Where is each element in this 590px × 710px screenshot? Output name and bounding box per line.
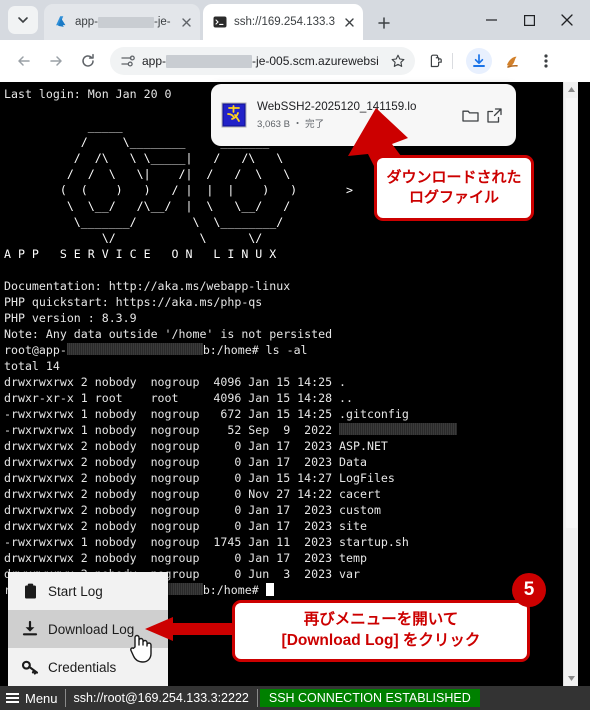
tab-azure-portal[interactable]: app- -je- bbox=[44, 4, 200, 40]
status-bar-url: ssh://root@169.254.133.3:2222 bbox=[73, 691, 249, 705]
puzzle-piece-icon[interactable] bbox=[424, 49, 448, 73]
prompt-host: b:/home# bbox=[202, 583, 259, 597]
new-tab-button[interactable] bbox=[372, 11, 396, 35]
terminal-doc-line: Documentation: http://aka.ms/webapp-linu… bbox=[4, 279, 291, 293]
terminal-cursor bbox=[265, 583, 274, 596]
prompt-user: root@app- bbox=[4, 343, 67, 357]
terminal-listing-row: drwxr-xr-x 1 root root 4096 Jan 15 14:28… bbox=[4, 391, 354, 405]
tab-webssh[interactable]: ssh://169.254.133.3 bbox=[203, 4, 363, 40]
window-minimize-button[interactable] bbox=[472, 4, 510, 36]
status-bar-menu-label: Menu bbox=[25, 690, 58, 706]
step-badge-5: 5 bbox=[512, 573, 546, 607]
tab-title: app- -je- bbox=[75, 16, 174, 28]
url-prefix: app- bbox=[142, 54, 167, 68]
scroll-up-icon[interactable] bbox=[564, 82, 579, 97]
tab-strip: app- -je- ssh://169.254.133.3 bbox=[0, 0, 590, 40]
status-bar-menu-button[interactable]: Menu bbox=[0, 686, 65, 710]
annotation-callout-downloaded-logfile: ダウンロードされた ログファイル bbox=[374, 155, 534, 221]
webssh-menu: Start Log Download Log Credentials bbox=[8, 572, 168, 686]
webssh-status-bar: Menu ssh://root@169.254.133.3:2222 SSH C… bbox=[0, 686, 590, 710]
callout-line-1: ダウンロードされた bbox=[386, 168, 522, 186]
clipboard-icon bbox=[20, 581, 40, 601]
terminal-listing-row: drwxrwxrwx 2 nobody nogroup 0 Jan 17 202… bbox=[4, 519, 367, 533]
callout-line-1: 再びメニューを開いて bbox=[303, 611, 459, 629]
callout-line-2: ログファイル bbox=[408, 189, 499, 206]
terminal-listing-row: -rwxrwxrwx 1 nobody nogroup 672 Jan 15 1… bbox=[4, 407, 409, 421]
folder-icon[interactable] bbox=[458, 103, 482, 127]
terminal-note-line: Note: Any data outside '/home' is not pe… bbox=[4, 327, 333, 341]
open-in-new-icon[interactable] bbox=[482, 103, 506, 127]
tab-title: ssh://169.254.133.3 bbox=[234, 16, 336, 28]
menu-item-start-log[interactable]: Start Log bbox=[8, 572, 168, 610]
tab-title-redaction bbox=[98, 16, 155, 28]
callout-line-2: [Download Log] をクリック bbox=[281, 632, 481, 649]
terminal-file-listing: drwxrwxrwx 2 nobody nogroup 4096 Jan 15 … bbox=[4, 375, 458, 581]
prompt-command: ls -al bbox=[265, 343, 308, 357]
scroll-down-icon[interactable] bbox=[564, 671, 579, 686]
scrollbar-thumb[interactable] bbox=[566, 98, 577, 528]
terminal-quickstart-line: PHP quickstart: https://aka.ms/php-qs bbox=[4, 295, 263, 309]
menu-item-label: Download Log bbox=[48, 621, 135, 637]
downloads-button[interactable] bbox=[466, 48, 492, 74]
hidemaru-editor-icon bbox=[221, 102, 247, 128]
terminal-listing-row: -rwxrwxrwx 1 nobody nogroup 52 Sep 9 202… bbox=[4, 423, 458, 437]
terminal-last-login: Last login: Mon Jan 20 0 bbox=[4, 87, 172, 101]
terminal-total-line: total 14 bbox=[4, 359, 60, 373]
site-settings-icon[interactable] bbox=[118, 51, 138, 71]
terminal-listing-row: drwxrwxrwx 2 nobody nogroup 0 Jan 17 202… bbox=[4, 551, 367, 565]
profile-avatar-icon[interactable] bbox=[502, 50, 524, 72]
status-bar-divider-2 bbox=[256, 689, 258, 707]
terminal-filename-redaction bbox=[339, 423, 458, 435]
terminal-listing-row: drwxrwxrwx 2 nobody nogroup 0 Nov 27 14:… bbox=[4, 487, 381, 501]
prompt-host-redaction bbox=[66, 343, 203, 355]
star-outline-icon[interactable] bbox=[389, 52, 407, 70]
annotation-arrow-to-download-log bbox=[145, 617, 237, 641]
close-icon[interactable] bbox=[341, 14, 357, 30]
terminal-listing-row: drwxrwxrwx 2 nobody nogroup 0 Jan 15 14:… bbox=[4, 471, 395, 485]
screenshot-root: app- -je- ssh://169.254.133.3 app- -je-0… bbox=[0, 0, 590, 710]
tab-title-suffix: -je- bbox=[154, 16, 171, 28]
terminal-listing-row: drwxrwxrwx 2 nobody nogroup 0 Jan 17 202… bbox=[4, 439, 388, 453]
terminal-listing-row: -rwxrwxrwx 1 nobody nogroup 1745 Jan 11 … bbox=[4, 535, 409, 549]
terminal-listing-row: drwxrwxrwx 2 nobody nogroup 4096 Jan 15 … bbox=[4, 375, 347, 389]
close-icon[interactable] bbox=[178, 14, 194, 30]
window-right-gutter bbox=[578, 82, 590, 686]
download-icon bbox=[20, 619, 40, 639]
forward-arrow-icon[interactable] bbox=[44, 49, 68, 73]
window-maximize-button[interactable] bbox=[510, 4, 548, 36]
url-redaction bbox=[166, 54, 253, 68]
terminal-prompt-1: root@app-b:/home# ls -al bbox=[4, 343, 308, 357]
terminal-listing-row: drwxrwxrwx 2 nobody nogroup 0 Jan 17 202… bbox=[4, 503, 381, 517]
terminal-version-line: PHP version : 8.3.9 bbox=[4, 311, 137, 325]
browser-chrome: app- -je- ssh://169.254.133.3 app- -je-0… bbox=[0, 0, 590, 82]
menu-item-label: Credentials bbox=[48, 659, 117, 675]
tab-search-icon[interactable] bbox=[8, 6, 38, 34]
window-close-button[interactable] bbox=[548, 4, 586, 36]
azure-logo-icon bbox=[53, 15, 68, 30]
prompt-host: b:/home# bbox=[202, 343, 259, 357]
hamburger-icon bbox=[6, 693, 19, 703]
terminal-icon bbox=[212, 15, 227, 30]
key-icon bbox=[20, 657, 40, 677]
address-bar-text: app- -je-005.scm.azurewebsi bbox=[142, 54, 389, 68]
menu-item-label: Start Log bbox=[48, 583, 103, 599]
tab-title-prefix: app- bbox=[75, 16, 99, 28]
three-dot-menu-icon[interactable] bbox=[534, 49, 558, 73]
annotation-callout-click-download-log: 再びメニューを開いて [Download Log] をクリック bbox=[232, 600, 530, 662]
back-arrow-icon[interactable] bbox=[12, 49, 36, 73]
url-suffix: -je-005.scm.azurewebsi bbox=[252, 54, 379, 68]
status-badge: SSH CONNECTION ESTABLISHED bbox=[259, 689, 480, 707]
address-bar[interactable]: app- -je-005.scm.azurewebsi bbox=[110, 47, 415, 75]
page-scrollbar[interactable] bbox=[563, 82, 578, 686]
terminal-listing-row: drwxrwxrwx 2 nobody nogroup 0 Jan 17 202… bbox=[4, 455, 367, 469]
browser-toolbar: app- -je-005.scm.azurewebsi bbox=[0, 40, 590, 82]
ascii-art-title: A P P S E R V I C E O N L I N U X bbox=[4, 247, 277, 261]
reload-icon[interactable] bbox=[76, 49, 100, 73]
toolbar-divider bbox=[452, 53, 453, 69]
